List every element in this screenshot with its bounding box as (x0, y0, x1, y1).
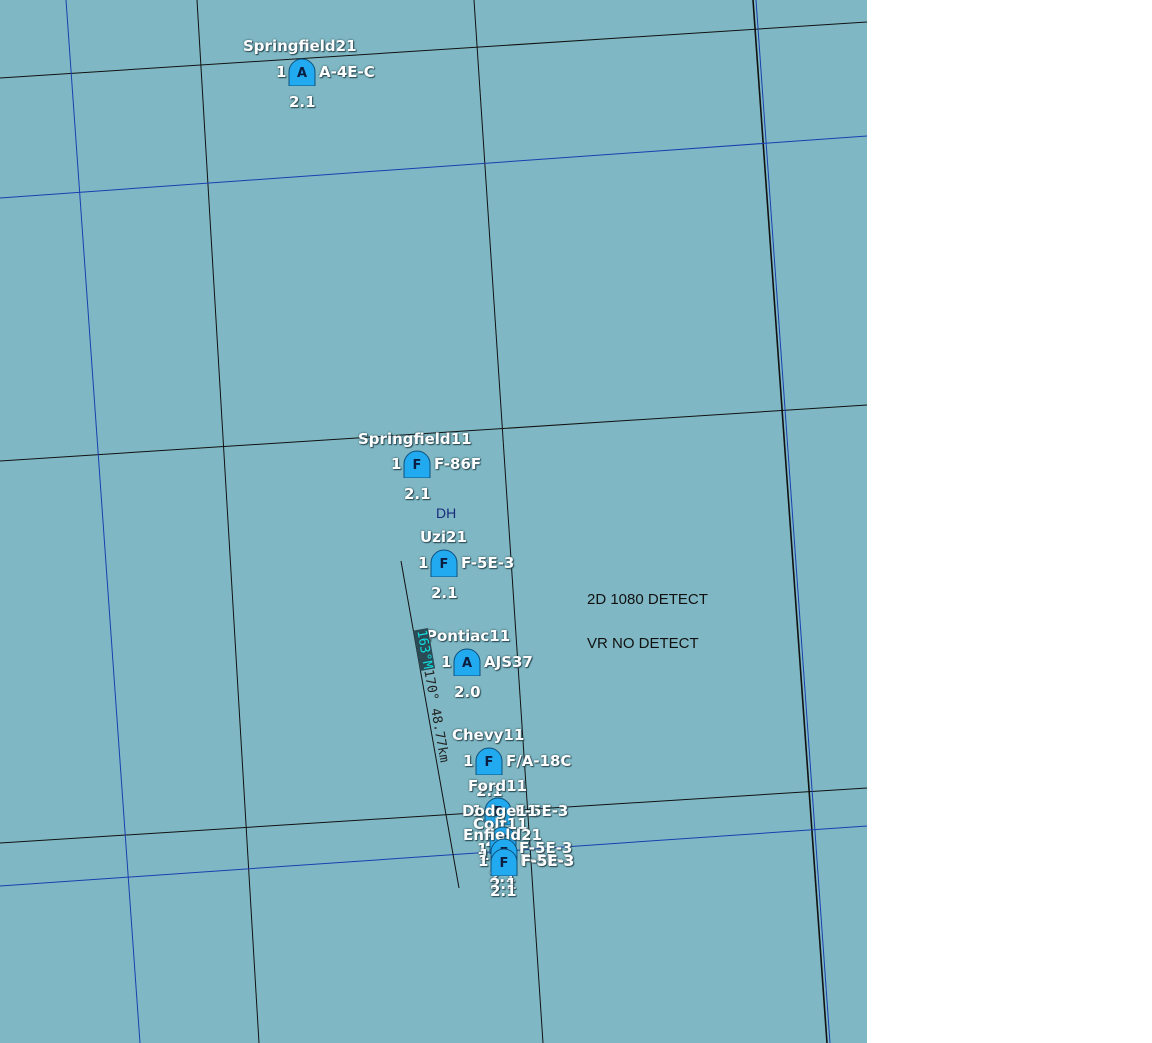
aircraft-symbol: F (412, 458, 422, 473)
grid-line-major (196, 0, 260, 1043)
dh-marker-label: DH (436, 505, 457, 521)
unit-altitude: 2.1 (431, 584, 458, 602)
aircraft-symbol: F (439, 557, 449, 572)
unit-callsign: Chevy11 (452, 726, 525, 744)
grid-line-major (752, 0, 828, 1043)
unit-aircraft-type: F/A-18C (506, 752, 572, 770)
aircraft-symbol: A (461, 656, 473, 671)
unit-callsign: Ford11 (468, 777, 527, 795)
unit-count: 1 (418, 554, 429, 572)
map-area[interactable]: Springfield21 1 A A-4E-C 2.1 Springfield… (0, 0, 867, 1043)
unit-altitude: 2.1 (289, 93, 316, 111)
aircraft-icon[interactable]: A (288, 58, 316, 86)
unit-altitude: 2.1 (404, 485, 431, 503)
unit-aircraft-type: A-4E-C (319, 63, 375, 81)
grid-line-major (0, 21, 867, 79)
unit-callsign: Springfield11 (358, 430, 472, 448)
grid-line-minor (65, 0, 141, 1043)
unit-callsign: Uzi21 (420, 528, 467, 546)
unit-count: 1 (391, 455, 402, 473)
unit-aircraft-type: AJS37 (484, 653, 533, 671)
map-grid (0, 0, 867, 1043)
grid-line-minor (755, 0, 831, 1043)
unit-callsign: Pontiac11 (426, 627, 511, 645)
aircraft-symbol: A (296, 66, 308, 81)
unit-altitude: 2.0 (454, 683, 481, 701)
unit-aircraft-type: F-5E-3 (461, 554, 515, 572)
unit-count: 1 (441, 653, 452, 671)
aircraft-icon[interactable]: F (430, 549, 458, 577)
aircraft-symbol: F (499, 856, 509, 871)
aircraft-icon[interactable]: F (403, 450, 431, 478)
unit-callsign: Dodge11 (462, 802, 538, 820)
unit-callsign: Springfield21 (243, 37, 357, 55)
unit-count: 1 (276, 63, 287, 81)
note-vr-detect: VR NO DETECT (587, 635, 699, 652)
unit-altitude: 2.1 (490, 882, 517, 900)
note-2d-detect: 2D 1080 DETECT (587, 591, 708, 608)
aircraft-symbol: F (484, 755, 494, 770)
aircraft-icon[interactable]: F (490, 848, 518, 876)
aircraft-icon[interactable]: A (453, 648, 481, 676)
aircraft-icon[interactable]: F (475, 747, 503, 775)
unit-aircraft-type: F-86F (434, 455, 482, 473)
unit-count: 1 (463, 752, 474, 770)
unit-count: 1 (478, 852, 489, 870)
grid-line-minor (0, 135, 867, 199)
unit-aircraft-type: F-5E-3 (521, 852, 575, 870)
